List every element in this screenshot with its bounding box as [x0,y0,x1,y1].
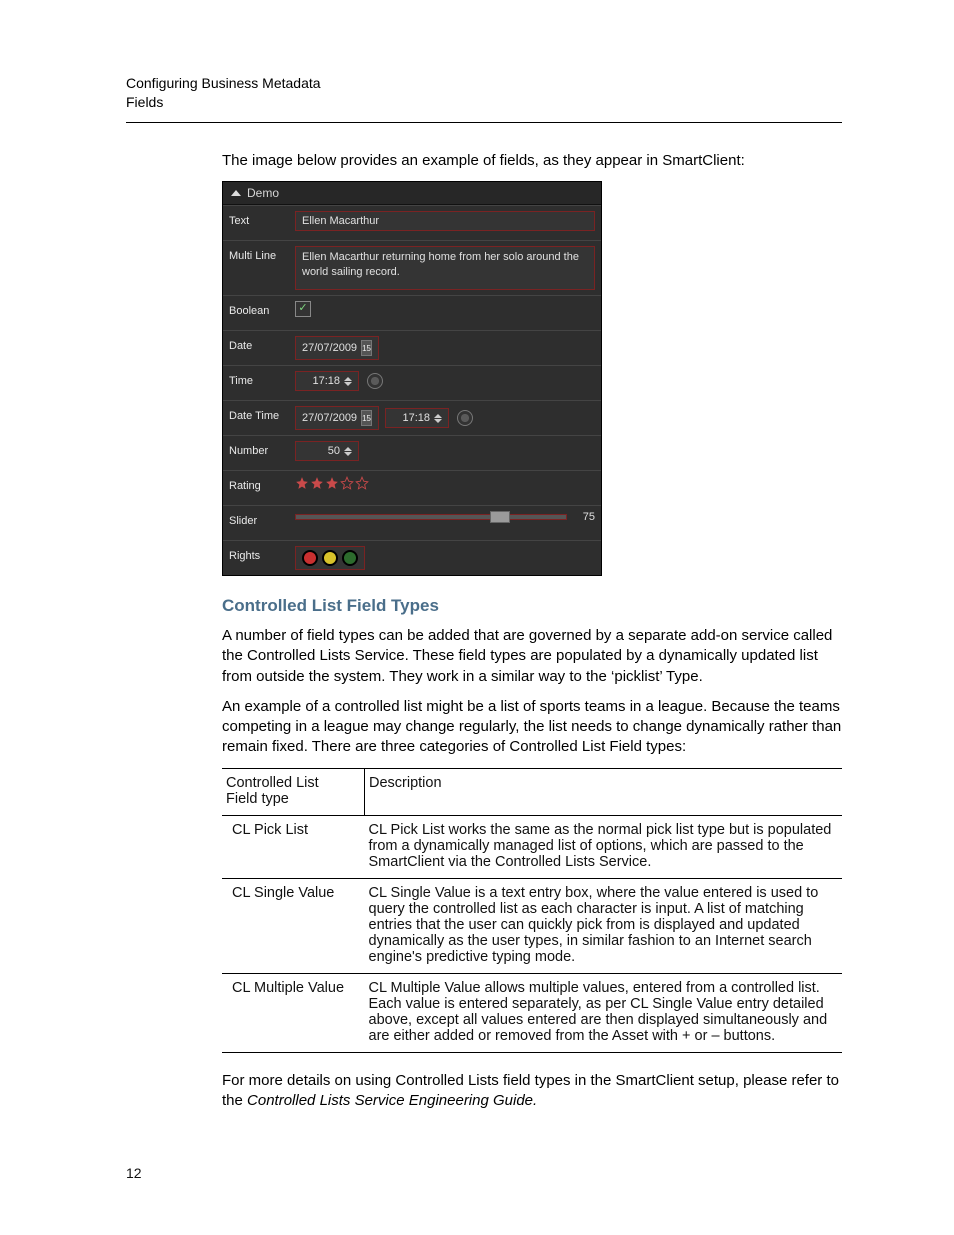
text-input[interactable]: Ellen Macarthur [295,211,595,231]
running-header: Configuring Business Metadata Fields [126,74,842,123]
body-paragraph-2: An example of a controlled list might be… [222,697,842,758]
closing-paragraph: For more details on using Controlled Lis… [222,1071,842,1112]
field-label: Date Time [229,406,295,422]
field-row-number: Number 50 [223,435,601,470]
field-row-slider: Slider 75 [223,505,601,540]
star-empty-icon[interactable] [355,476,369,490]
calendar-icon[interactable]: 15 [361,340,372,356]
field-label: Rating [229,476,295,492]
spinner-down-icon[interactable] [344,382,352,386]
panel-title: Demo [247,186,279,200]
body-paragraph-1: A number of field types can be added tha… [222,626,842,687]
time-input-value: 17:18 [312,375,340,387]
time-spinner[interactable] [344,377,352,386]
field-label: Multi Line [229,246,295,262]
table-row: CL Single ValueCL Single Value is a text… [222,878,842,973]
intro-paragraph: The image below provides an example of f… [222,151,842,171]
calendar-icon[interactable]: 15 [361,410,372,426]
field-label: Rights [229,546,295,562]
field-row-datetime: Date Time 27/07/2009 15 17:18 [223,400,601,435]
header-line-1: Configuring Business Metadata [126,74,842,93]
page-number: 12 [126,1165,142,1181]
table-row: CL Pick ListCL Pick List works the same … [222,815,842,878]
field-row-time: Time 17:18 [223,365,601,400]
page-content: The image below provides an example of f… [222,151,842,1111]
table-row: CL Multiple ValueCL Multiple Value allow… [222,973,842,1052]
field-label: Boolean [229,301,295,317]
field-row-text: Text Ellen Macarthur [223,205,601,240]
header-line-2: Fields [126,93,842,112]
number-input-value: 50 [328,445,340,457]
star-empty-icon[interactable] [340,476,354,490]
table-cell-type: CL Single Value [222,878,365,973]
slider-track[interactable] [295,514,567,520]
slider-thumb[interactable] [490,511,510,523]
clock-icon[interactable] [457,410,473,426]
document-page: Configuring Business Metadata Fields The… [0,0,954,1235]
boolean-checkbox[interactable]: ✓ [295,301,311,317]
table-header-description: Description [365,768,843,815]
field-label: Number [229,441,295,457]
spinner-down-icon[interactable] [434,419,442,423]
field-label: Slider [229,511,295,527]
field-row-boolean: Boolean ✓ [223,295,601,330]
time-input[interactable]: 17:18 [295,371,359,391]
field-row-multiline: Multi Line Ellen Macarthur returning hom… [223,240,601,295]
rights-light-red-icon[interactable] [302,550,318,566]
spinner-up-icon[interactable] [344,377,352,381]
star-filled-icon[interactable] [295,476,309,490]
table-cell-description: CL Pick List works the same as the norma… [365,815,843,878]
star-filled-icon[interactable] [325,476,339,490]
closing-reference: Controlled Lists Service Engineering Gui… [247,1092,537,1109]
panel-header[interactable]: Demo [223,182,601,205]
date-input-value: 27/07/2009 [302,342,357,354]
datetime-date-value: 27/07/2009 [302,412,357,424]
table-cell-type: CL Multiple Value [222,973,365,1052]
spinner-up-icon[interactable] [434,414,442,418]
multiline-input[interactable]: Ellen Macarthur returning home from her … [295,246,595,290]
section-heading: Controlled List Field Types [222,596,842,616]
rights-input[interactable] [295,546,365,570]
slider-value-label: 75 [573,511,595,523]
field-row-date: Date 27/07/2009 15 [223,330,601,365]
table-header-line: Controlled List [226,775,319,791]
field-label: Time [229,371,295,387]
field-row-rights: Rights [223,540,601,575]
table-header-line: Field type [226,791,289,807]
rights-light-green-icon[interactable] [342,550,358,566]
date-input[interactable]: 27/07/2009 15 [295,336,379,360]
text-input-value: Ellen Macarthur [302,215,379,227]
table-cell-description: CL Single Value is a text entry box, whe… [365,878,843,973]
clock-icon[interactable] [367,373,383,389]
spinner-down-icon[interactable] [344,452,352,456]
multiline-input-value: Ellen Macarthur returning home from her … [302,250,588,280]
chevron-up-icon [231,190,241,196]
star-filled-icon[interactable] [310,476,324,490]
datetime-date-input[interactable]: 27/07/2009 15 [295,406,379,430]
controlled-list-table: Controlled List Field type Description C… [222,768,842,1053]
table-cell-type: CL Pick List [222,815,365,878]
datetime-time-value: 17:18 [402,412,430,424]
table-cell-description: CL Multiple Value allows multiple values… [365,973,843,1052]
number-input[interactable]: 50 [295,441,359,461]
field-label: Text [229,211,295,227]
rights-light-yellow-icon[interactable] [322,550,338,566]
number-spinner[interactable] [344,447,352,456]
field-row-rating: Rating [223,470,601,505]
table-header-type: Controlled List Field type [222,768,365,815]
datetime-time-input[interactable]: 17:18 [385,408,449,428]
rating-stars[interactable] [295,476,369,490]
smartclient-figure: Demo Text Ellen Macarthur Multi Line [222,181,842,576]
field-label: Date [229,336,295,352]
spinner-up-icon[interactable] [344,447,352,451]
time-spinner[interactable] [434,414,442,423]
smartclient-panel: Demo Text Ellen Macarthur Multi Line [222,181,602,576]
